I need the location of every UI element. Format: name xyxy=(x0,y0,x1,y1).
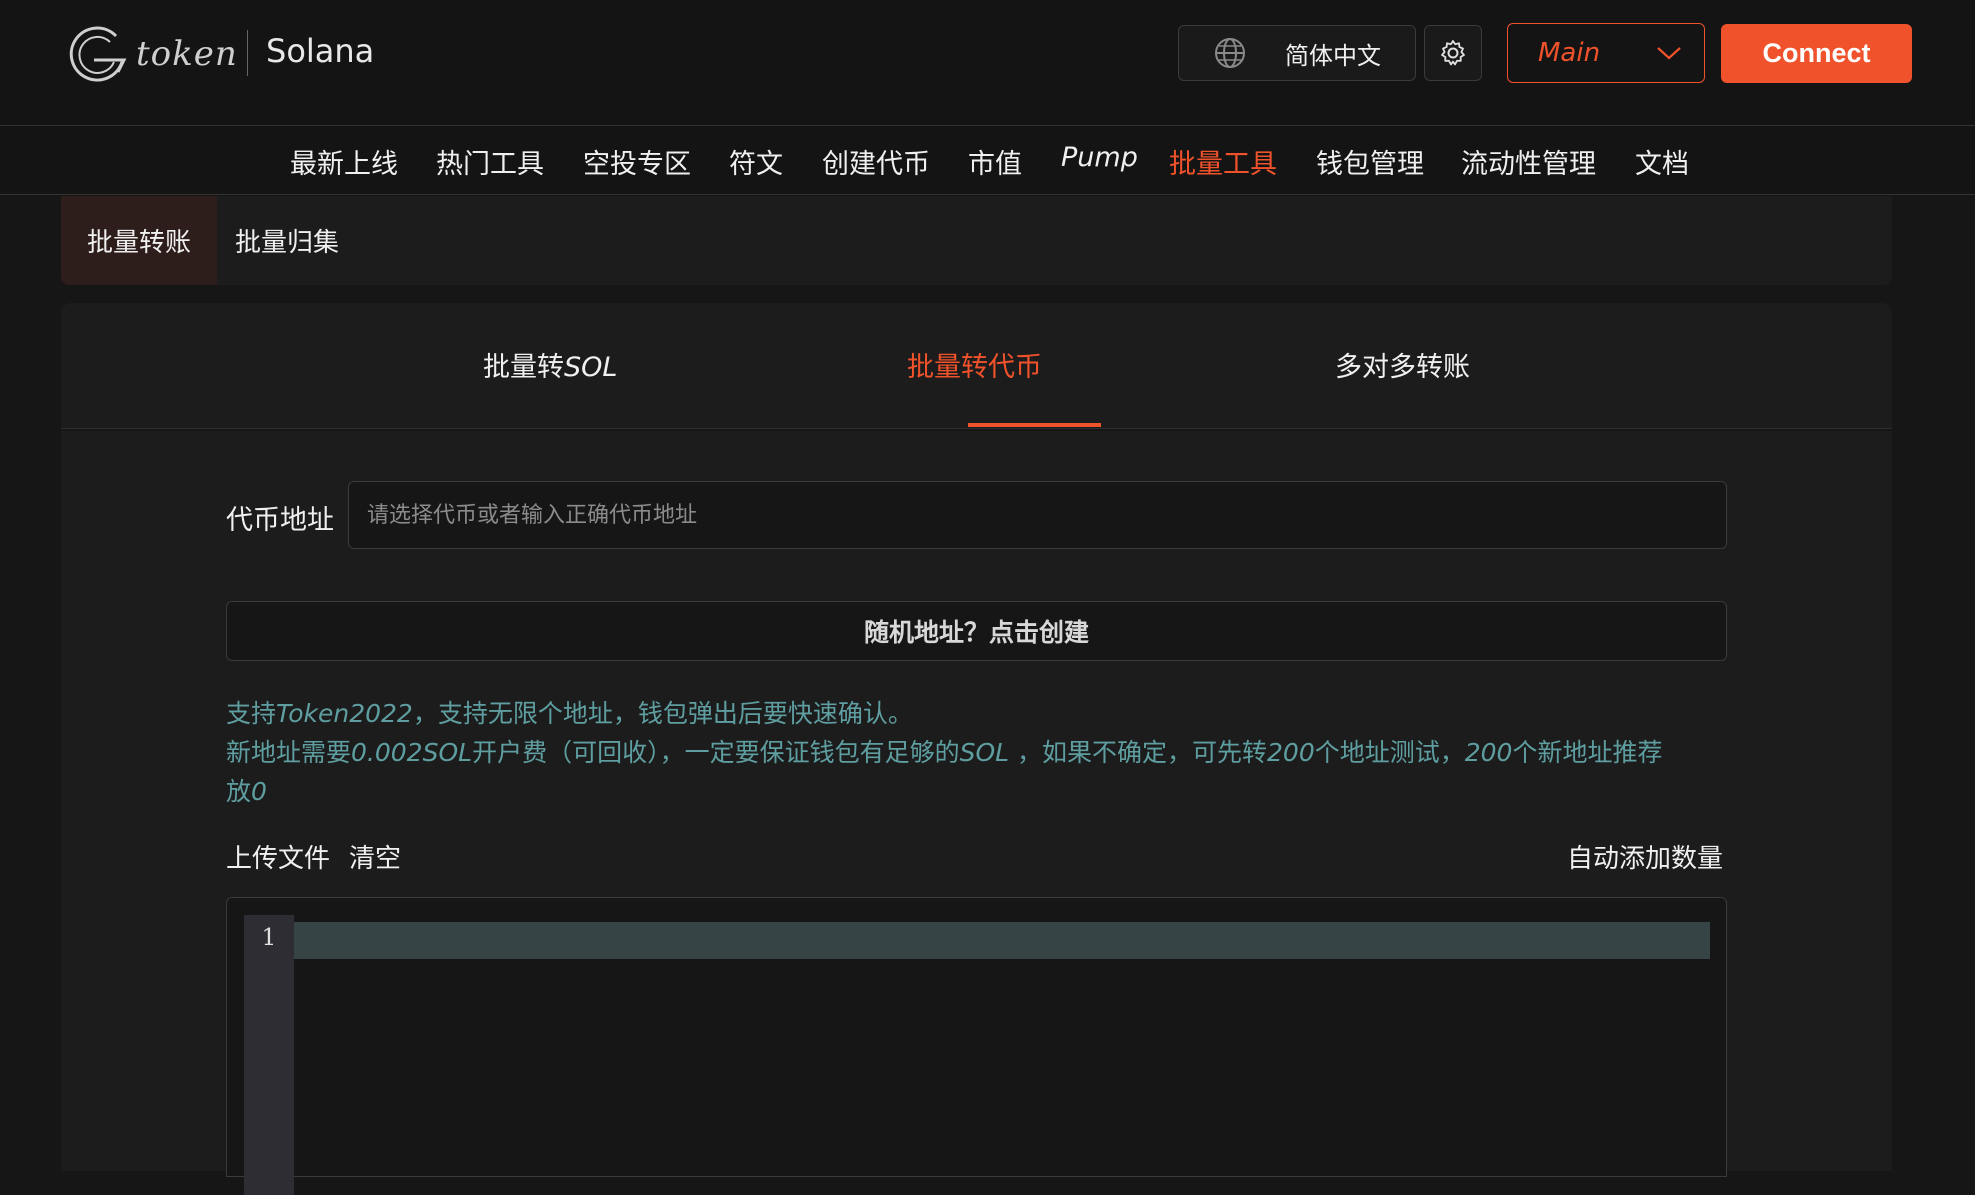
gear-icon xyxy=(1441,40,1465,66)
notice-text: 0 xyxy=(251,777,267,806)
notice-text: ，支持无限个地址，钱包弹出后要快速确认。 xyxy=(412,699,913,728)
settings-button[interactable] xyxy=(1424,25,1482,81)
notice-text: Token2022 xyxy=(276,699,413,728)
header: token Solana 简体中文 Main Connect xyxy=(0,0,1975,125)
logo[interactable]: token xyxy=(64,22,238,86)
notice-line-2: 新地址需要0.002SOL开户费（可回收），一定要保证钱包有足够的SOL ，如果… xyxy=(226,733,1727,772)
network-select[interactable]: Main xyxy=(1507,23,1705,83)
notice-text: 200 xyxy=(1464,738,1513,767)
token-address-input[interactable] xyxy=(348,481,1727,549)
active-tab-indicator xyxy=(968,423,1101,427)
transfer-type-tabs: 批量转SOL 批量转代币 多对多转账 xyxy=(61,303,1892,429)
editor-active-line[interactable] xyxy=(294,922,1710,959)
nav-item-liquidity[interactable]: 流动性管理 xyxy=(1461,142,1596,181)
notice-text: ，如果不确定，可先转 xyxy=(1009,738,1268,767)
tab-batch-token[interactable]: 批量转代币 xyxy=(907,345,1042,384)
nav-item-hot-tools[interactable]: 热门工具 xyxy=(436,142,544,181)
network-label: Main xyxy=(1538,38,1601,68)
logo-wordmark: token xyxy=(136,34,238,74)
random-address-button[interactable]: 随机地址？点击创建 xyxy=(226,601,1727,661)
nav-item-wallet-management[interactable]: 钱包管理 xyxy=(1316,142,1424,181)
main-nav: 最新上线 热门工具 空投专区 符文 创建代币 市值 Pump 批量工具 钱包管理… xyxy=(0,125,1975,195)
chevron-down-icon xyxy=(1657,47,1681,60)
notice-text: 0.002SOL xyxy=(351,738,473,767)
auto-add-amount-button[interactable]: 自动添加数量 xyxy=(1567,838,1723,875)
logo-divider xyxy=(247,30,248,76)
nav-item-latest[interactable]: 最新上线 xyxy=(290,142,398,181)
tab-many-to-many[interactable]: 多对多转账 xyxy=(1335,345,1470,384)
notice-text: SOL xyxy=(959,738,1010,767)
nav-item-batch-tools[interactable]: 批量工具 xyxy=(1169,142,1277,181)
address-editor[interactable]: 1 xyxy=(226,897,1727,1195)
subtab-batch-collect[interactable]: 批量归集 xyxy=(217,196,357,285)
notice-line-1: 支持Token2022，支持无限个地址，钱包弹出后要快速确认。 xyxy=(226,694,1727,733)
notice-text: 支持 xyxy=(226,699,277,728)
notice-text: 放 xyxy=(226,777,252,806)
notice-text: 个地址测试， xyxy=(1314,738,1465,767)
language-label: 简体中文 xyxy=(1285,41,1381,70)
connect-button[interactable]: Connect xyxy=(1721,24,1912,83)
language-selector[interactable]: 简体中文 xyxy=(1178,25,1416,81)
nav-item-create-token[interactable]: 创建代币 xyxy=(822,142,930,181)
nav-item-airdrop[interactable]: 空投专区 xyxy=(583,142,691,181)
tab-batch-sol[interactable]: 批量转SOL xyxy=(483,345,617,384)
line-number: 1 xyxy=(261,925,277,951)
notice-text: 个新地址推荐 xyxy=(1512,738,1663,767)
globe-icon xyxy=(1215,38,1245,68)
chain-name: Solana xyxy=(266,32,375,70)
logo-g-icon xyxy=(69,26,127,82)
tab-batch-sol-suffix: SOL xyxy=(564,352,618,383)
tab-batch-sol-prefix: 批量转 xyxy=(483,352,564,383)
nav-item-market-cap[interactable]: 市值 xyxy=(968,142,1022,181)
nav-item-docs[interactable]: 文档 xyxy=(1635,142,1689,181)
upload-file-button[interactable]: 上传文件 xyxy=(226,838,330,875)
subtab-batch-transfer[interactable]: 批量转账 xyxy=(61,196,217,285)
nav-item-runes[interactable]: 符文 xyxy=(729,142,783,181)
notice-text: 开户费（可回收），一定要保证钱包有足够的 xyxy=(472,738,960,767)
batch-subtabs: 批量转账 批量归集 xyxy=(61,196,1892,285)
clear-button[interactable]: 清空 xyxy=(349,838,401,875)
notice-line-3: 放0 xyxy=(226,772,1727,811)
editor-gutter: 1 xyxy=(244,915,294,1195)
notice-text: 200 xyxy=(1267,738,1315,767)
notice-text: 新地址需要 xyxy=(226,738,352,767)
token-address-label: 代币地址 xyxy=(226,505,334,536)
nav-item-pump[interactable]: Pump xyxy=(1061,142,1138,173)
